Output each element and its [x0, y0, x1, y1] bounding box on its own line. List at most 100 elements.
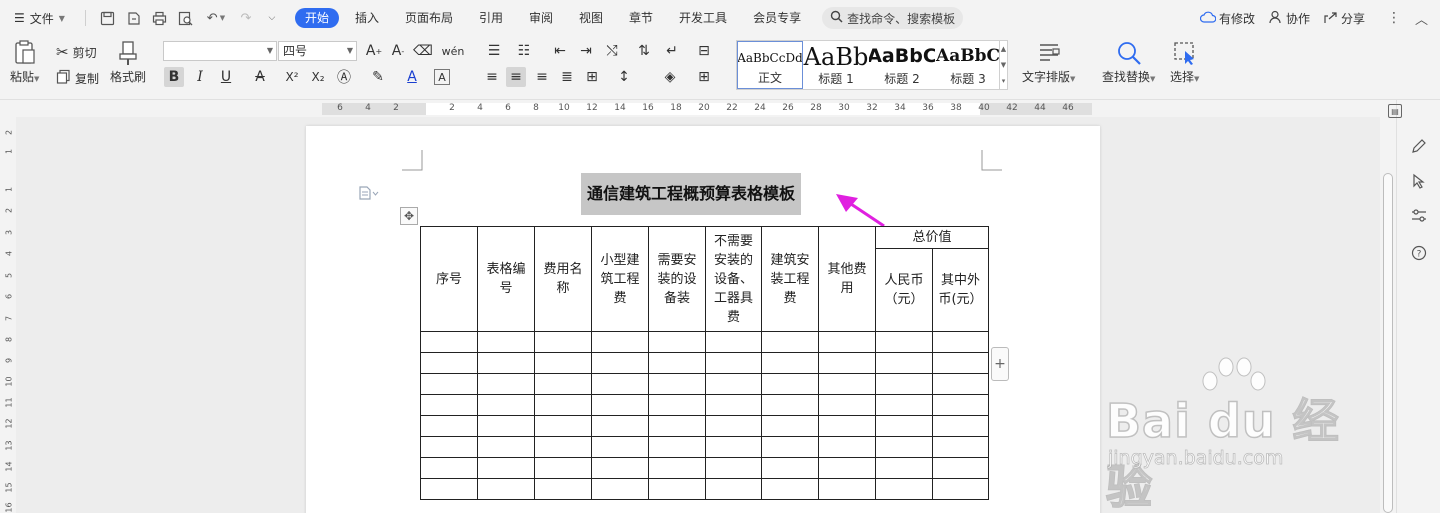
table-cell[interactable]: [705, 457, 762, 479]
tab-page-layout[interactable]: 页面布局: [392, 0, 466, 36]
table-cell[interactable]: [591, 373, 649, 395]
table-lines-icon[interactable]: ⊟: [694, 41, 714, 61]
table-cell[interactable]: [818, 331, 876, 353]
table-cell[interactable]: [648, 457, 706, 479]
more-options-icon[interactable]: ⋮: [1387, 10, 1401, 26]
table-cell[interactable]: [761, 331, 819, 353]
decrease-indent-icon[interactable]: ⇤: [550, 41, 570, 61]
table-cell[interactable]: [648, 478, 706, 500]
panel-collapse-icon[interactable]: ▤: [1388, 104, 1402, 118]
table-cell[interactable]: [818, 478, 876, 500]
eraser-icon[interactable]: ⌫: [413, 41, 433, 61]
table-cell[interactable]: [875, 394, 933, 416]
table-cell[interactable]: [932, 373, 989, 395]
style-heading-3[interactable]: AaBbC 标题 3: [935, 41, 1001, 89]
document-workspace[interactable]: 通信建筑工程概预算表格模板 ✥ 序号 表格编号 费用名称 小型建筑工程费 需要安…: [16, 117, 1380, 513]
table-cell[interactable]: [875, 478, 933, 500]
subscript-icon[interactable]: X₂: [308, 67, 328, 87]
settings-sliders-icon[interactable]: [1409, 206, 1429, 226]
table-cell[interactable]: [534, 436, 592, 458]
select-button[interactable]: 选择▼: [1170, 40, 1199, 85]
table-cell[interactable]: [420, 394, 478, 416]
table-cell[interactable]: [818, 457, 876, 479]
tab-developer[interactable]: 开发工具: [666, 0, 740, 36]
line-spacing-icon[interactable]: ↕: [614, 67, 634, 87]
tab-home[interactable]: 开始: [294, 8, 339, 28]
table-group-header-cell[interactable]: 总价值: [875, 226, 989, 249]
borders-icon[interactable]: ⊞: [694, 67, 714, 87]
table-header-cell[interactable]: 表格编号: [477, 226, 535, 332]
collab-button[interactable]: 协作: [1269, 10, 1310, 27]
table-cell[interactable]: [477, 436, 535, 458]
table-cell[interactable]: [591, 436, 649, 458]
numbered-list-icon[interactable]: ☷: [514, 41, 534, 61]
tab-insert[interactable]: 插入: [342, 0, 392, 36]
collapse-ribbon-icon[interactable]: ︿: [1415, 9, 1428, 28]
text-effect-icon[interactable]: Ⓐ: [334, 67, 354, 87]
tab-view[interactable]: 视图: [566, 0, 616, 36]
table-header-cell[interactable]: 其他费用: [818, 226, 876, 332]
distributed-align-icon[interactable]: ⊞: [582, 67, 602, 87]
table-cell[interactable]: [761, 436, 819, 458]
table-cell[interactable]: [534, 415, 592, 437]
cut-button[interactable]: ✂ 剪切: [56, 43, 97, 61]
table-cell[interactable]: [932, 394, 989, 416]
table-cell[interactable]: [534, 478, 592, 500]
command-search-input[interactable]: 查找命令、搜索模板: [822, 7, 964, 29]
table-sub-header-cell[interactable]: 其中外币(元）: [932, 248, 989, 332]
pinyin-icon[interactable]: wén: [440, 41, 466, 61]
scrollbar-thumb[interactable]: [1383, 173, 1393, 513]
table-cell[interactable]: [932, 436, 989, 458]
table-cell[interactable]: [818, 352, 876, 374]
table-cell[interactable]: [477, 478, 535, 500]
table-cell[interactable]: [761, 373, 819, 395]
align-left-icon[interactable]: ≡: [482, 67, 502, 87]
table-cell[interactable]: [761, 457, 819, 479]
document-page[interactable]: 通信建筑工程概预算表格模板 ✥ 序号 表格编号 费用名称 小型建筑工程费 需要安…: [306, 126, 1100, 513]
vertical-scrollbar[interactable]: [1380, 117, 1396, 513]
table-cell[interactable]: [875, 436, 933, 458]
table-header-cell[interactable]: 不需要安装的设备、工器具费: [705, 226, 762, 332]
table-cell[interactable]: [477, 394, 535, 416]
table-cell[interactable]: [591, 352, 649, 374]
table-cell[interactable]: [932, 331, 989, 353]
show-marks-icon[interactable]: ↵: [662, 41, 682, 61]
table-cell[interactable]: [534, 457, 592, 479]
table-move-handle[interactable]: ✥: [400, 207, 418, 225]
font-size-select[interactable]: 四号 ▼: [278, 41, 357, 61]
table-cell[interactable]: [420, 331, 478, 353]
underline-icon[interactable]: U: [216, 67, 236, 87]
paste-button[interactable]: 粘贴▼: [10, 40, 39, 85]
table-cell[interactable]: [591, 331, 649, 353]
table-cell[interactable]: [932, 352, 989, 374]
table-cell[interactable]: [420, 457, 478, 479]
superscript-icon[interactable]: X²: [282, 67, 302, 87]
budget-table[interactable]: 序号 表格编号 费用名称 小型建筑工程费 需要安装的设备装 不需要安装的设备、工…: [420, 226, 989, 500]
table-cell[interactable]: [932, 457, 989, 479]
table-cell[interactable]: [591, 478, 649, 500]
table-cell[interactable]: [705, 436, 762, 458]
share-button[interactable]: 分享: [1324, 10, 1365, 27]
table-cell[interactable]: [875, 352, 933, 374]
table-cell[interactable]: [648, 394, 706, 416]
table-cell[interactable]: [648, 331, 706, 353]
table-cell[interactable]: [761, 478, 819, 500]
table-cell[interactable]: [875, 457, 933, 479]
strikethrough-icon[interactable]: A: [250, 67, 270, 87]
bullet-list-icon[interactable]: ☰: [484, 41, 504, 61]
save-icon[interactable]: [98, 8, 118, 28]
table-cell[interactable]: [875, 373, 933, 395]
table-cell[interactable]: [875, 415, 933, 437]
vertical-ruler[interactable]: 2 1 1 2 3 4 5 6 7 8 9 10 11 12 13 14 15 16: [0, 117, 16, 513]
table-cell[interactable]: [534, 394, 592, 416]
table-cell[interactable]: [477, 352, 535, 374]
table-cell[interactable]: [420, 373, 478, 395]
tab-section[interactable]: 章节: [616, 0, 666, 36]
table-cell[interactable]: [648, 373, 706, 395]
find-replace-button[interactable]: 查找替换▼: [1102, 40, 1155, 85]
redo-icon[interactable]: ↷: [236, 8, 256, 28]
style-heading-1[interactable]: AaBb 标题 1: [803, 41, 869, 89]
char-border-icon[interactable]: A: [434, 69, 450, 85]
table-cell[interactable]: [648, 352, 706, 374]
increase-font-icon[interactable]: A +: [364, 41, 384, 61]
